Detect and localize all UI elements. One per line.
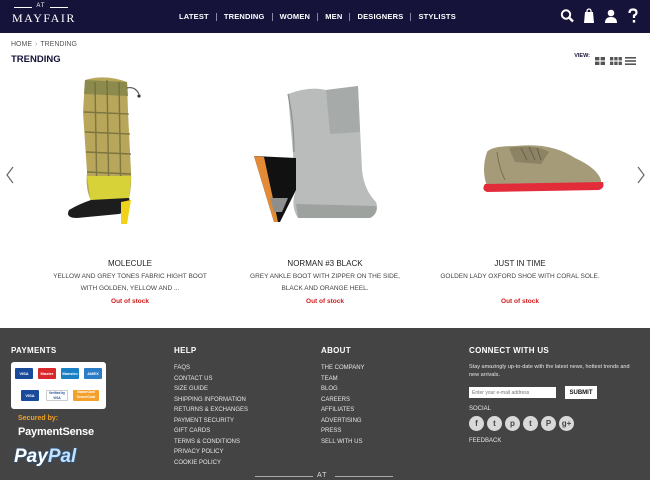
social-label: SOCIAL [469,406,492,412]
site-footer: PAYMENTS VISA Master Maestro AMEX VISA V… [0,328,650,480]
product-card[interactable]: JUST IN TIME GOLDEN LADY OXFORD SHOE WIT… [425,72,615,312]
top-navigation-bar: AT MAYFAIR LATEST TRENDING WOMEN MEN DES… [0,0,650,33]
product-image[interactable] [35,72,225,232]
footer-link-shipping[interactable]: SHIPPING INFORMATION [174,395,248,406]
amex-icon: AMEX [84,368,102,379]
paypal-logo: PayPal [14,446,76,468]
product-description: YELLOW AND GREY TONES FABRIC HIGHT BOOT … [53,273,207,292]
about-links: THE COMPANY TEAM BLOG CAREERS AFFILIATES… [321,363,365,447]
help-heading: HELP [174,346,197,355]
footer-logo: AT [255,472,395,480]
product-card[interactable]: MOLECULE YELLOW AND GREY TONES FABRIC HI… [35,72,225,312]
footer-link-sell[interactable]: SELL WITH US [321,437,365,448]
user-icon[interactable] [604,8,618,24]
product-card[interactable]: NORMAN #3 BLACK GREY ANKLE BOOT WITH ZIP… [230,72,420,312]
stock-status: Out of stock [306,298,344,305]
product-description: GREY ANKLE BOOT WITH ZIPPER ON THE SIDE,… [250,273,400,292]
product-image[interactable] [425,72,615,232]
logo-at: AT [12,3,70,9]
main-nav: LATEST TRENDING WOMEN MEN DESIGNERS STYL… [172,0,463,33]
product-image[interactable] [230,72,420,232]
breadcrumb-home[interactable]: HOME [11,41,32,48]
nav-women[interactable]: WOMEN [273,12,319,21]
paypal-logo-pay: Pay [14,446,48,467]
stock-status: Out of stock [501,298,539,305]
nav-latest[interactable]: LATEST [172,12,217,21]
footer-logo-line [335,476,393,477]
breadcrumb: HOME › TRENDING [11,41,77,48]
page-title: TRENDING [11,54,61,65]
paypal-logo-pal: Pal [47,446,77,467]
footer-link-team[interactable]: TEAM [321,374,365,385]
twitter-icon[interactable]: t [487,416,502,431]
pinterest-icon[interactable]: p [505,416,520,431]
mastercard-securecode-icon: MasterCard SecureCode [73,390,99,401]
footer-link-terms[interactable]: TERMS & CONDITIONS [174,437,248,448]
footer-link-gift-cards[interactable]: GIFT CARDS [174,426,248,437]
view-switcher: VIEW: [574,52,636,65]
footer-link-privacy[interactable]: PRIVACY POLICY [174,447,248,458]
newsletter-email-input[interactable] [469,387,556,398]
mayfair-logo[interactable]: AT MAYFAIR [12,3,76,29]
about-heading: ABOUT [321,346,351,355]
list-view-icon[interactable] [625,52,636,65]
payment-cards-panel: VISA Master Maestro AMEX VISA Verified b… [11,362,106,409]
connect-heading: CONNECT WITH US [469,346,550,355]
secured-by-label: Secured by: [18,415,59,422]
social-icons: f t p t P g+ [469,416,574,431]
breadcrumb-current: TRENDING [40,41,77,48]
footer-link-press[interactable]: PRESS [321,426,365,437]
grid-large-view-icon[interactable] [595,52,605,65]
footer-link-company[interactable]: THE COMPANY [321,363,365,374]
footer-logo-at: AT [317,472,328,479]
help-links: FAQS CONTACT US SIZE GUIDE SHIPPING INFO… [174,363,248,468]
paymentsense-logo: PaymentSense [18,426,94,438]
facebook-icon[interactable]: f [469,416,484,431]
nav-men[interactable]: MEN [318,12,351,21]
logo-name: MAYFAIR [12,11,76,25]
mastercard-icon: Master [38,368,56,379]
nav-trending[interactable]: TRENDING [217,12,273,21]
newsletter-submit-button[interactable]: SUBMIT [565,386,597,399]
visa-electron-icon: VISA [21,390,39,401]
view-label: VIEW: [574,53,590,59]
header-tools [560,8,640,24]
carousel-prev-arrow-icon[interactable] [5,166,15,184]
footer-logo-line [255,476,313,477]
product-name[interactable]: NORMAN #3 BLACK [230,259,420,268]
carousel-next-arrow-icon[interactable] [636,166,646,184]
tumblr-icon[interactable]: t [523,416,538,431]
footer-link-faqs[interactable]: FAQS [174,363,248,374]
bag-icon[interactable] [582,8,596,24]
product-description: GOLDEN LADY OXFORD SHOE WITH CORAL SOLE. [440,273,600,280]
footer-link-contact-us[interactable]: CONTACT US [174,374,248,385]
stock-status: Out of stock [111,298,149,305]
payments-heading: PAYMENTS [11,346,57,355]
verified-by-visa-icon: Verified by VISA [46,390,68,401]
visa-card-icon: VISA [15,368,33,379]
product-name[interactable]: JUST IN TIME [425,259,615,268]
google-plus-icon[interactable]: g+ [559,416,574,431]
product-name[interactable]: MOLECULE [35,259,225,268]
newsletter-text: Stay amazingly up-to-date with the lates… [469,364,630,378]
help-icon[interactable] [626,8,640,24]
polyvore-icon[interactable]: P [541,416,556,431]
footer-link-careers[interactable]: CAREERS [321,395,365,406]
maestro-icon: Maestro [61,368,79,379]
feedback-link[interactable]: FEEDBACK [469,438,501,444]
search-icon[interactable] [560,8,574,24]
footer-link-blog[interactable]: BLOG [321,384,365,395]
footer-link-size-guide[interactable]: SIZE GUIDE [174,384,248,395]
footer-link-cookie[interactable]: COOKIE POLICY [174,458,248,469]
footer-link-returns[interactable]: RETURNS & EXCHANGES [174,405,248,416]
grid-small-view-icon[interactable] [610,52,622,65]
footer-link-payment-security[interactable]: PAYMENT SECURITY [174,416,248,427]
footer-link-affiliates[interactable]: AFFILIATES [321,405,365,416]
footer-link-advertising[interactable]: ADVERTISING [321,416,365,427]
nav-stylists[interactable]: STYLISTS [411,12,462,21]
nav-designers[interactable]: DESIGNERS [350,12,412,21]
